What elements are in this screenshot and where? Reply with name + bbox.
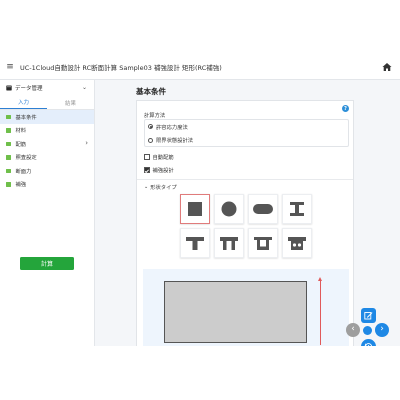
status-marker bbox=[6, 182, 11, 187]
radio-button[interactable] bbox=[148, 124, 153, 130]
app-title: UC-1Cloud自動設計 RC断面計算 Sample03 補強設計 矩形(RC… bbox=[20, 63, 222, 72]
page-title: 基本条件 bbox=[136, 87, 166, 96]
input-result-tabs: 入力 結果 bbox=[0, 96, 94, 110]
data-management-label: データ管理 bbox=[15, 86, 43, 92]
shape-type-label: 形状タイプ bbox=[150, 185, 177, 191]
arrow-left-icon: ‹ bbox=[351, 324, 355, 334]
status-marker bbox=[6, 168, 11, 173]
calc-method-label: 計算方法 bbox=[144, 113, 166, 119]
divider bbox=[137, 179, 353, 180]
tab-input[interactable]: 入力 bbox=[0, 96, 47, 109]
sidebar-item-label: 照査設定 bbox=[15, 155, 37, 162]
sidebar-item-section-forces[interactable]: 断面力 bbox=[0, 164, 94, 178]
sidebar-item-check-settings[interactable]: 照査設定 bbox=[0, 151, 94, 165]
radio-allowable-stress[interactable]: 許容応力度法 bbox=[145, 120, 348, 134]
status-marker bbox=[6, 128, 11, 133]
previous-button[interactable]: ‹ bbox=[346, 323, 360, 337]
shape-double-t-button[interactable] bbox=[214, 228, 244, 258]
u-section-shape-icon bbox=[254, 237, 272, 250]
basic-conditions-panel: ? 計算方法 許容応力度法 限界状態設計法 自動配筋 補強設計 ⌄ 形状タイプ bbox=[136, 100, 354, 346]
database-icon bbox=[6, 85, 12, 91]
menu-icon[interactable]: ≡ bbox=[0, 62, 20, 72]
data-management-menu[interactable]: データ管理 ⌄ bbox=[0, 80, 94, 96]
status-marker bbox=[6, 114, 11, 119]
i-section-shape-icon bbox=[290, 202, 304, 216]
chevron-down-icon: ⌄ bbox=[144, 184, 149, 190]
double-t-shape-icon bbox=[220, 237, 238, 250]
edit-icon bbox=[364, 312, 373, 320]
checkbox[interactable] bbox=[144, 154, 150, 160]
sidebar-item-label: 材料 bbox=[15, 128, 27, 135]
shape-circle-button[interactable] bbox=[214, 194, 244, 224]
sidebar: データ管理 ⌄ 入力 結果 基本条件 材料 配筋 › 照査設定 断面力 補強 計… bbox=[0, 80, 95, 346]
history-button[interactable] bbox=[361, 339, 376, 346]
rectangle-shape-icon bbox=[188, 202, 202, 216]
arrow-right-icon: › bbox=[380, 324, 384, 334]
sidebar-item-label: 基本条件 bbox=[15, 114, 37, 121]
shape-oval-button[interactable] bbox=[248, 194, 278, 224]
shape-rectangle-button[interactable] bbox=[180, 194, 210, 224]
sidebar-item-reinforcement-layout[interactable]: 配筋 › bbox=[0, 137, 94, 151]
chevron-down-icon: ⌄ bbox=[81, 84, 87, 91]
sidebar-item-label: 補強 bbox=[15, 182, 27, 189]
calculate-button[interactable]: 計算 bbox=[20, 257, 74, 270]
sidebar-item-label: 配筋 bbox=[15, 141, 27, 148]
radio-button[interactable] bbox=[148, 137, 153, 143]
history-icon bbox=[364, 343, 373, 346]
status-marker bbox=[6, 155, 11, 160]
t-section-shape-icon bbox=[186, 237, 204, 250]
checkbox-label: 自動配筋 bbox=[152, 155, 174, 161]
shape-hollow-box-button[interactable] bbox=[282, 228, 312, 258]
shape-u-section-button[interactable] bbox=[248, 228, 278, 258]
calc-method-group: 許容応力度法 限界状態設計法 bbox=[144, 119, 349, 147]
section-preview bbox=[143, 269, 349, 346]
home-icon[interactable] bbox=[382, 62, 392, 72]
radio-label: 許容応力度法 bbox=[156, 124, 188, 131]
radio-limit-state[interactable]: 限界状態設計法 bbox=[145, 134, 348, 148]
center-dot-button[interactable] bbox=[363, 326, 372, 335]
tab-result[interactable]: 結果 bbox=[47, 96, 94, 109]
edit-button[interactable] bbox=[361, 308, 376, 323]
sidebar-item-basic-conditions[interactable]: 基本条件 bbox=[0, 110, 94, 124]
shape-i-beam-button[interactable] bbox=[282, 194, 312, 224]
radio-label: 限界状態設計法 bbox=[156, 138, 194, 145]
oval-shape-icon bbox=[253, 204, 273, 214]
checkbox-strengthening-design[interactable]: 補強設計 bbox=[144, 165, 174, 175]
checkbox[interactable] bbox=[144, 167, 150, 173]
dimension-line bbox=[320, 279, 321, 345]
shape-type-toggle[interactable]: ⌄ 形状タイプ bbox=[144, 183, 177, 191]
top-bar: ≡ UC-1Cloud自動設計 RC断面計算 Sample03 補強設計 矩形(… bbox=[0, 54, 400, 80]
shape-t-section-button[interactable] bbox=[180, 228, 210, 258]
circle-shape-icon bbox=[221, 201, 237, 217]
checkbox-label: 補強設計 bbox=[152, 168, 174, 174]
next-button[interactable]: › bbox=[375, 323, 389, 337]
rectangle-section-drawing bbox=[164, 281, 307, 343]
hollow-box-shape-icon bbox=[288, 237, 306, 250]
chevron-right-icon: › bbox=[85, 139, 88, 147]
help-icon[interactable]: ? bbox=[342, 105, 349, 112]
sidebar-item-strengthening[interactable]: 補強 bbox=[0, 178, 94, 192]
sidebar-item-label: 断面力 bbox=[15, 168, 32, 175]
checkbox-auto-reinforcement[interactable]: 自動配筋 bbox=[144, 152, 174, 162]
app-frame: ≡ UC-1Cloud自動設計 RC断面計算 Sample03 補強設計 矩形(… bbox=[0, 54, 400, 346]
sidebar-item-materials[interactable]: 材料 bbox=[0, 124, 94, 138]
main-content: 基本条件 ? 計算方法 許容応力度法 限界状態設計法 自動配筋 補強設計 ⌄ 形… bbox=[96, 80, 400, 346]
status-marker bbox=[6, 141, 11, 146]
